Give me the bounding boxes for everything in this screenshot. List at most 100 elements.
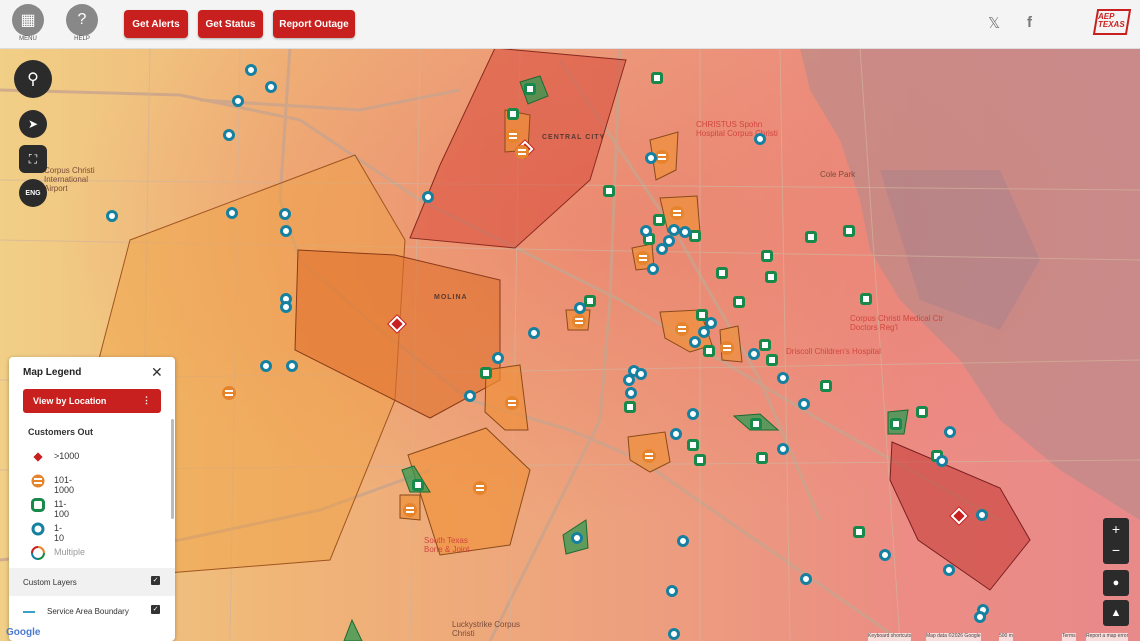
map-layers-icon[interactable]: ▲ bbox=[1103, 600, 1129, 626]
get-alerts-button[interactable]: Get Alerts bbox=[124, 10, 188, 38]
help-icon[interactable]: ? bbox=[66, 4, 98, 36]
marker-1-10[interactable] bbox=[265, 81, 277, 93]
marker-1-10[interactable] bbox=[798, 398, 810, 410]
marker-1-10[interactable] bbox=[492, 352, 504, 364]
zoom-in-button[interactable]: + bbox=[1103, 521, 1129, 537]
marker-1-10[interactable] bbox=[260, 360, 272, 372]
marker-1-10[interactable] bbox=[280, 301, 292, 313]
marker-1-10[interactable] bbox=[571, 532, 583, 544]
marker-101-1000[interactable] bbox=[473, 481, 487, 495]
marker-1-10[interactable] bbox=[944, 426, 956, 438]
marker-1-10[interactable] bbox=[574, 302, 586, 314]
marker-11-100[interactable] bbox=[524, 83, 536, 95]
marker-101-1000[interactable] bbox=[506, 129, 520, 143]
marker-1-10[interactable] bbox=[679, 226, 691, 238]
zoom-out-button[interactable]: − bbox=[1103, 542, 1129, 558]
marker-1-10[interactable] bbox=[635, 368, 647, 380]
marker-11-100[interactable] bbox=[716, 267, 728, 279]
marker-11-100[interactable] bbox=[624, 401, 636, 413]
marker-1-10[interactable] bbox=[668, 628, 680, 640]
marker-11-100[interactable] bbox=[766, 354, 778, 366]
marker-101-1000[interactable] bbox=[670, 206, 684, 220]
marker-1-10[interactable] bbox=[777, 443, 789, 455]
marker-1-10[interactable] bbox=[223, 129, 235, 141]
marker-11-100[interactable] bbox=[761, 250, 773, 262]
marker-1-10[interactable] bbox=[687, 408, 699, 420]
marker-11-100[interactable] bbox=[750, 418, 762, 430]
terms-link[interactable]: Terms bbox=[1062, 633, 1076, 641]
fullscreen-icon[interactable]: ⛶ bbox=[19, 145, 47, 173]
marker-1-10[interactable] bbox=[422, 191, 434, 203]
marker-11-100[interactable] bbox=[916, 406, 928, 418]
marker-1-10[interactable] bbox=[670, 428, 682, 440]
close-icon[interactable]: ✕ bbox=[151, 364, 163, 381]
marker-11-100[interactable] bbox=[820, 380, 832, 392]
marker-1-10[interactable] bbox=[974, 611, 986, 623]
marker-1-10[interactable] bbox=[464, 390, 476, 402]
marker-11-100[interactable] bbox=[805, 231, 817, 243]
marker-1-10[interactable] bbox=[879, 549, 891, 561]
keyboard-shortcuts-link[interactable]: Keyboard shortcuts bbox=[868, 633, 912, 641]
marker-101-1000[interactable] bbox=[505, 396, 519, 410]
marker-11-100[interactable] bbox=[860, 293, 872, 305]
facebook-icon[interactable]: f bbox=[1027, 14, 1032, 31]
marker-1-10[interactable] bbox=[800, 573, 812, 585]
marker-11-100[interactable] bbox=[890, 418, 902, 430]
marker-11-100[interactable] bbox=[694, 454, 706, 466]
marker-101-1000[interactable] bbox=[572, 314, 586, 328]
marker-101-1000[interactable] bbox=[720, 341, 734, 355]
marker-11-100[interactable] bbox=[603, 185, 615, 197]
marker-101-1000[interactable] bbox=[636, 251, 650, 265]
locate-icon[interactable]: ➤ bbox=[19, 110, 47, 138]
marker-11-100[interactable] bbox=[759, 339, 771, 351]
marker-1-10[interactable] bbox=[623, 374, 635, 386]
custom-layers-row[interactable]: Custom Layers ✓ bbox=[9, 568, 175, 596]
marker-101-1000[interactable] bbox=[515, 145, 529, 159]
marker-1-10[interactable] bbox=[279, 208, 291, 220]
marker-11-100[interactable] bbox=[412, 479, 424, 491]
view-by-location-button[interactable]: View by Location ⋮ bbox=[23, 389, 161, 413]
marker-11-100[interactable] bbox=[687, 439, 699, 451]
more-options-icon[interactable]: ⋮ bbox=[142, 395, 151, 406]
marker-1-10[interactable] bbox=[748, 348, 760, 360]
marker-1-10[interactable] bbox=[943, 564, 955, 576]
marker-1-10[interactable] bbox=[677, 535, 689, 547]
service-boundary-row[interactable]: Service Area Boundary ✓ bbox=[9, 597, 175, 625]
marker-1-10[interactable] bbox=[640, 225, 652, 237]
marker-101-1000[interactable] bbox=[403, 503, 417, 517]
marker-11-100[interactable] bbox=[843, 225, 855, 237]
marker-11-100[interactable] bbox=[853, 526, 865, 538]
service-boundary-checkbox[interactable]: ✓ bbox=[151, 605, 160, 614]
marker-1-10[interactable] bbox=[656, 243, 668, 255]
get-status-button[interactable]: Get Status bbox=[198, 10, 263, 38]
marker-1-10[interactable] bbox=[666, 585, 678, 597]
marker-1-10[interactable] bbox=[106, 210, 118, 222]
marker-11-100[interactable] bbox=[584, 295, 596, 307]
search-icon[interactable]: ⚲ bbox=[14, 60, 52, 98]
marker-1-10[interactable] bbox=[625, 387, 637, 399]
street-view-icon[interactable]: ● bbox=[1103, 570, 1129, 596]
marker-101-1000[interactable] bbox=[675, 322, 689, 336]
legend-scrollbar[interactable] bbox=[171, 419, 174, 519]
marker-1-10[interactable] bbox=[754, 133, 766, 145]
marker-1-10[interactable] bbox=[645, 152, 657, 164]
marker-101-1000[interactable] bbox=[655, 150, 669, 164]
marker-11-100[interactable] bbox=[756, 452, 768, 464]
marker-1-10[interactable] bbox=[647, 263, 659, 275]
marker-11-100[interactable] bbox=[653, 214, 665, 226]
marker-11-100[interactable] bbox=[480, 367, 492, 379]
marker-11-100[interactable] bbox=[703, 345, 715, 357]
marker-1-10[interactable] bbox=[280, 225, 292, 237]
marker-11-100[interactable] bbox=[507, 108, 519, 120]
marker-101-1000[interactable] bbox=[222, 386, 236, 400]
custom-layers-checkbox[interactable]: ✓ bbox=[151, 576, 160, 585]
marker-1-10[interactable] bbox=[777, 372, 789, 384]
marker-1-10[interactable] bbox=[286, 360, 298, 372]
marker-1-10[interactable] bbox=[245, 64, 257, 76]
marker-11-100[interactable] bbox=[651, 72, 663, 84]
marker-1-10[interactable] bbox=[689, 336, 701, 348]
marker-1-10[interactable] bbox=[232, 95, 244, 107]
marker-1-10[interactable] bbox=[698, 326, 710, 338]
marker-11-100[interactable] bbox=[733, 296, 745, 308]
marker-1-10[interactable] bbox=[976, 509, 988, 521]
